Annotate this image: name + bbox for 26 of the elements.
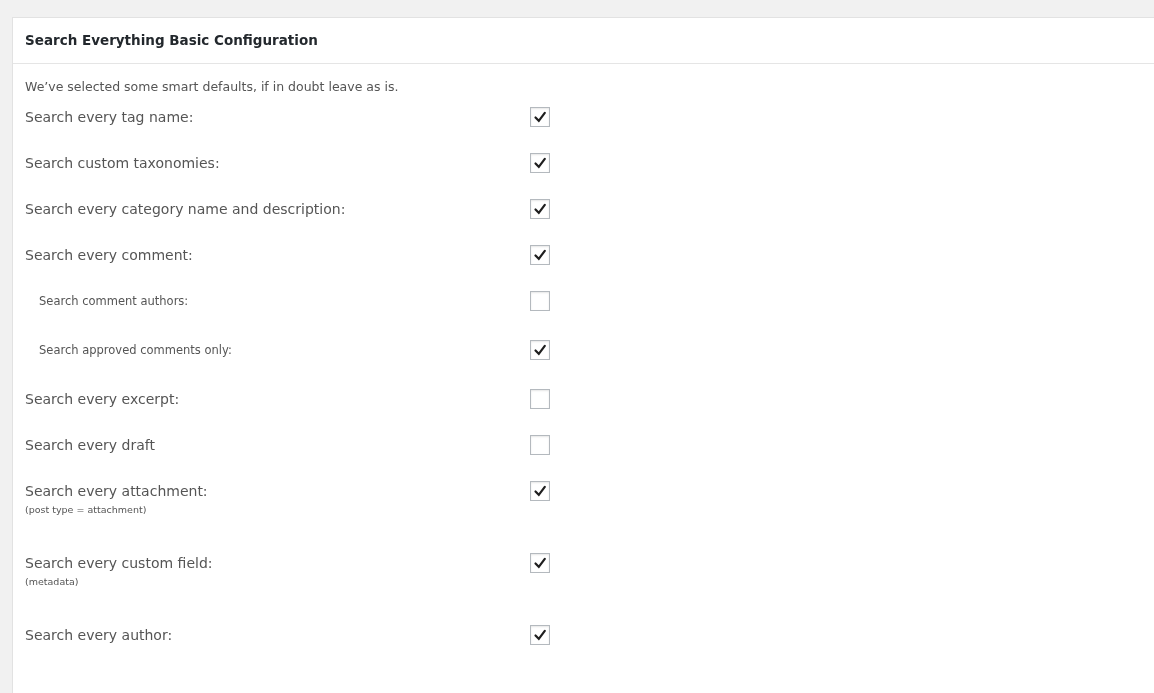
checkbox[interactable]	[530, 198, 550, 219]
checkbox[interactable]	[530, 434, 550, 455]
option-label: Search every excerpt:	[25, 389, 181, 409]
checkbox[interactable]	[530, 388, 550, 409]
option-label: Search custom taxonomies:	[25, 153, 221, 173]
option-label: Search every comment:	[25, 245, 194, 265]
checkbox[interactable]	[530, 624, 550, 645]
checkbox[interactable]	[530, 339, 550, 360]
option-note: (post type = attachment)	[25, 502, 148, 517]
checkbox[interactable]	[530, 152, 550, 173]
option-label: Search every category name and description:	[25, 199, 347, 219]
checkbox[interactable]	[530, 552, 550, 573]
option-label: Search every tag name:	[25, 107, 195, 127]
option-label: Search every author:	[25, 625, 174, 645]
option-note: (metadata)	[25, 574, 80, 589]
option-label: Search every custom field:	[25, 553, 214, 573]
option-label: Search approved comments only:	[38, 341, 233, 359]
checkbox[interactable]	[530, 290, 550, 311]
checkbox[interactable]	[530, 244, 550, 265]
checkbox[interactable]	[530, 480, 550, 501]
checkbox[interactable]	[530, 106, 550, 127]
option-label: Search comment authors:	[38, 292, 190, 310]
panel-title: Search Everything Basic Configuration	[25, 32, 318, 49]
option-label: Search every draft	[25, 435, 156, 455]
intro-text: We’ve selected some smart defaults, if in doubt leave as is.	[24, 78, 400, 96]
option-label: Search every attachment:	[25, 481, 209, 501]
